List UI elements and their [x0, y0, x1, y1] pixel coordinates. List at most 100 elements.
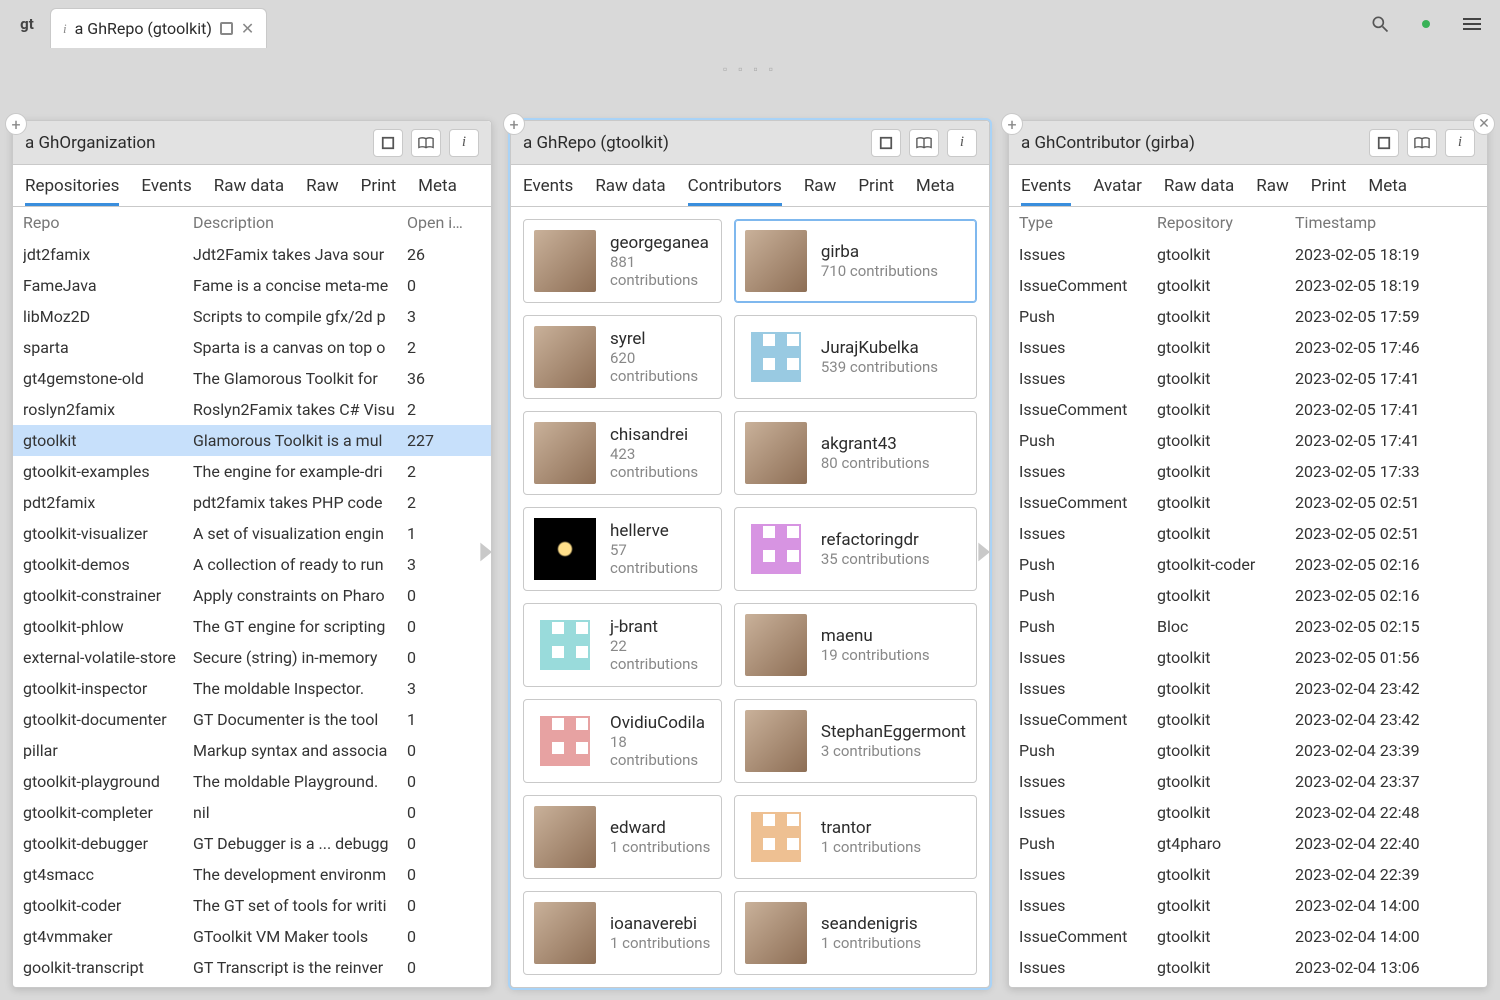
contributor-card[interactable]: OvidiuCodila18 contributions — [523, 699, 722, 783]
contributor-card[interactable]: refactoringdr35 contributions — [734, 507, 977, 591]
maximize-button[interactable] — [871, 129, 901, 157]
tab-raw[interactable]: Raw — [1256, 176, 1289, 206]
table-row[interactable]: Issuesgtoolkit2023-02-05 18:19 — [1009, 239, 1487, 270]
table-row[interactable]: gtoolkit-visualizerA set of visualizatio… — [13, 518, 491, 549]
table-row[interactable]: jdt2famixJdt2Famix takes Java sour26 — [13, 239, 491, 270]
table-row[interactable]: gtoolkit-examplesThe engine for example-… — [13, 456, 491, 487]
col-header-type[interactable]: Type — [1019, 213, 1157, 232]
table-row[interactable]: Pushgtoolkit-coder2023-02-05 02:16 — [1009, 549, 1487, 580]
contributor-card[interactable]: StephanEggermont3 contributions — [734, 699, 977, 783]
table-row[interactable]: Issuesgtoolkit2023-02-04 23:37 — [1009, 766, 1487, 797]
table-row[interactable]: gt4vmmakerGToolkit VM Maker tools0 — [13, 921, 491, 952]
maximize-button[interactable] — [373, 129, 403, 157]
tab-raw[interactable]: Raw — [804, 176, 837, 206]
info-button[interactable]: i — [947, 129, 977, 157]
table-row[interactable]: gtoolkit-completernil0 — [13, 797, 491, 828]
info-button[interactable]: i — [449, 129, 479, 157]
table-row[interactable]: Issuesgtoolkit2023-02-04 13:06 — [1009, 952, 1487, 983]
table-row[interactable]: gtoolkit-constrainerApply constraints on… — [13, 580, 491, 611]
menu-icon[interactable] — [1462, 14, 1482, 34]
table-row[interactable]: Issuesgtoolkit2023-02-05 17:46 — [1009, 332, 1487, 363]
table-row[interactable]: IssueCommentgtoolkit2023-02-04 14:00 — [1009, 921, 1487, 952]
contributor-card[interactable]: chisandrei423 contributions — [523, 411, 722, 495]
tab-raw[interactable]: Raw — [306, 176, 339, 206]
tab-raw-data[interactable]: Raw data — [1164, 176, 1234, 206]
col-header-open[interactable]: Open issues — [407, 213, 481, 232]
table-row[interactable]: Issuesgtoolkit2023-02-04 23:42 — [1009, 673, 1487, 704]
table-row[interactable]: Issuesgtoolkit2023-02-05 01:56 — [1009, 642, 1487, 673]
window-tab[interactable]: i a GhRepo (gtoolkit) ✕ — [50, 8, 267, 48]
table-row[interactable]: gtoolkit-demosA collection of ready to r… — [13, 549, 491, 580]
table-row[interactable]: spartaSparta is a canvas on top o2 — [13, 332, 491, 363]
table-row[interactable]: Pushgt4pharo2023-02-04 22:40 — [1009, 828, 1487, 859]
table-row[interactable]: Issuesgtoolkit2023-02-05 17:41 — [1009, 363, 1487, 394]
col-header-desc[interactable]: Description — [193, 213, 407, 232]
table-row[interactable]: Issuesgtoolkit2023-02-05 02:51 — [1009, 518, 1487, 549]
info-button[interactable]: i — [1445, 129, 1475, 157]
table-row[interactable]: gtoolkit-documenterGT Documenter is the … — [13, 704, 491, 735]
table-row[interactable]: IssueCommentgtoolkit2023-02-04 13:06 — [1009, 983, 1487, 987]
drag-handle-icon[interactable]: ▫ ▫ ▫ ▫ — [723, 62, 777, 76]
contributor-card[interactable]: georgeganea881 contributions — [523, 219, 722, 303]
tab-print[interactable]: Print — [1311, 176, 1347, 206]
contributor-card[interactable]: edward1 contributions — [523, 795, 722, 879]
table-row[interactable]: gt4gemstone-oldThe Glamorous Toolkit for… — [13, 363, 491, 394]
table-row[interactable]: gtoolkitGlamorous Toolkit is a mul227 — [13, 425, 491, 456]
contributor-card[interactable]: JurajKubelka539 contributions — [734, 315, 977, 399]
table-row[interactable]: Issuesgtoolkit2023-02-05 17:33 — [1009, 456, 1487, 487]
contributor-card[interactable]: ioanaverebi1 contributions — [523, 891, 722, 975]
table-row[interactable]: IssueCommentgtoolkit2023-02-05 17:41 — [1009, 394, 1487, 425]
table-row[interactable]: roslyn2famixRoslyn2Famix takes C# Visu2 — [13, 394, 491, 425]
contributor-card[interactable]: syrel620 contributions — [523, 315, 722, 399]
tab-print[interactable]: Print — [361, 176, 397, 206]
table-row[interactable]: IssueCommentgtoolkit2023-02-05 02:51 — [1009, 487, 1487, 518]
table-row[interactable]: gtoolkit-phlowThe GT engine for scriptin… — [13, 611, 491, 642]
table-row[interactable]: IssueCommentgtoolkit2023-02-04 23:42 — [1009, 704, 1487, 735]
book-button[interactable] — [909, 129, 939, 157]
table-row[interactable]: FameJavaFame is a concise meta-me0 — [13, 270, 491, 301]
table-row[interactable]: gtoolkit-debuggerGT Debugger is a ... de… — [13, 828, 491, 859]
table-row[interactable]: Issuesgtoolkit2023-02-04 22:48 — [1009, 797, 1487, 828]
table-row[interactable]: gtoolkit-playgroundThe moldable Playgrou… — [13, 766, 491, 797]
tab-meta[interactable]: Meta — [418, 176, 457, 206]
chevron-right-icon[interactable] — [471, 538, 499, 570]
col-header-ts[interactable]: Timestamp — [1295, 213, 1445, 232]
table-row[interactable]: Pushgtoolkit2023-02-05 17:59 — [1009, 301, 1487, 332]
close-panel-button[interactable]: ✕ — [1473, 113, 1495, 135]
chevron-right-icon[interactable] — [969, 538, 997, 570]
add-panel-button[interactable]: + — [503, 113, 525, 135]
search-icon[interactable] — [1370, 14, 1390, 34]
tab-events[interactable]: Events — [1021, 176, 1071, 206]
col-header-repo[interactable]: Repository — [1157, 213, 1295, 232]
maximize-icon[interactable] — [220, 22, 233, 35]
book-button[interactable] — [411, 129, 441, 157]
col-header-repo[interactable]: Repo — [23, 213, 193, 232]
contributor-card[interactable]: seandenigris1 contributions — [734, 891, 977, 975]
table-row[interactable]: pdt2famixpdt2famix takes PHP code2 — [13, 487, 491, 518]
contributor-card[interactable]: j-brant22 contributions — [523, 603, 722, 687]
table-row[interactable]: IssueCommentgtoolkit2023-02-05 18:19 — [1009, 270, 1487, 301]
tab-avatar[interactable]: Avatar — [1093, 176, 1142, 206]
tab-repositories[interactable]: Repositories — [25, 176, 119, 206]
table-row[interactable]: pharo-beaconBeacon is a small event and0 — [13, 983, 491, 987]
add-panel-button[interactable]: + — [5, 113, 27, 135]
table-row[interactable]: pillarMarkup syntax and associa0 — [13, 735, 491, 766]
table-row[interactable]: goolkit-transcriptGT Transcript is the r… — [13, 952, 491, 983]
tab-raw-data[interactable]: Raw data — [595, 176, 665, 206]
contributor-card[interactable]: trantor1 contributions — [734, 795, 977, 879]
tab-contributors[interactable]: Contributors — [688, 176, 782, 206]
tab-meta[interactable]: Meta — [1368, 176, 1407, 206]
contributor-card[interactable]: girba710 contributions — [734, 219, 977, 303]
table-row[interactable]: external-volatile-storeSecure (string) i… — [13, 642, 491, 673]
table-row[interactable]: Pushgtoolkit2023-02-04 23:39 — [1009, 735, 1487, 766]
book-button[interactable] — [1407, 129, 1437, 157]
table-row[interactable]: gtoolkit-inspectorThe moldable Inspector… — [13, 673, 491, 704]
table-row[interactable]: PushBloc2023-02-05 02:15 — [1009, 611, 1487, 642]
tab-events[interactable]: Events — [523, 176, 573, 206]
close-tab-icon[interactable]: ✕ — [241, 19, 254, 38]
tab-print[interactable]: Print — [858, 176, 894, 206]
table-row[interactable]: Pushgtoolkit2023-02-05 17:41 — [1009, 425, 1487, 456]
tab-events[interactable]: Events — [141, 176, 191, 206]
table-row[interactable]: gtoolkit-coderThe GT set of tools for wr… — [13, 890, 491, 921]
contributor-card[interactable]: hellerve57 contributions — [523, 507, 722, 591]
